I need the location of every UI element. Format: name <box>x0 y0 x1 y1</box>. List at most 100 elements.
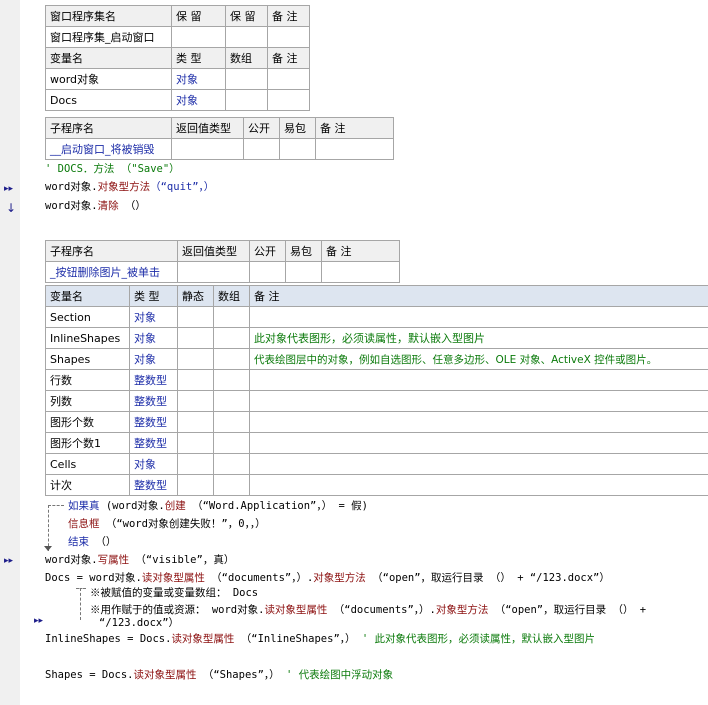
table-cell[interactable] <box>315 138 394 160</box>
table-cell[interactable] <box>267 68 310 90</box>
table-header-row: 变量名 类 型 静态 数组 备 注 <box>45 285 708 307</box>
variable-name-cell[interactable]: 计次 <box>45 474 130 496</box>
table-cell[interactable] <box>213 390 250 412</box>
table-cell[interactable] <box>225 68 268 90</box>
table-cell[interactable] <box>177 390 214 412</box>
variable-name-cell[interactable]: 行数 <box>45 369 130 391</box>
variable-type-cell[interactable]: 对象 <box>171 68 226 90</box>
code-line-clear[interactable]: word对象.清除 （） <box>45 199 146 213</box>
table-cell[interactable] <box>321 261 400 283</box>
variable-type-cell[interactable]: 对象 <box>129 453 178 475</box>
header-cell: 保 留 <box>171 5 226 27</box>
table-cell[interactable] <box>177 369 214 391</box>
variable-type-cell[interactable]: 整数型 <box>129 474 178 496</box>
table-cell[interactable] <box>171 26 226 48</box>
table-cell[interactable] <box>279 138 316 160</box>
table-row[interactable]: 图形个数 整数型 <box>45 411 708 433</box>
table-cell[interactable] <box>225 26 268 48</box>
variable-note-cell[interactable]: 代表绘图层中的对象，例如自选图形、任意多边形、OLE 对象、ActiveX 控件… <box>249 348 708 370</box>
variable-note-cell[interactable] <box>249 390 708 412</box>
table-row[interactable]: 列数 整数型 <box>45 390 708 412</box>
table-cell[interactable] <box>213 474 250 496</box>
subroutine-table-2: 子程序名 返回值类型 公开 易包 备 注 _按钮删除图片_被单击 <box>45 240 400 283</box>
assembly-name-cell[interactable]: 窗口程序集_启动窗口 <box>45 26 172 48</box>
table-row[interactable]: InlineShapes 对象 此对象代表图形，必须读属性，默认嵌入型图片 <box>45 327 708 349</box>
code-line-end[interactable]: 结束 （） <box>68 535 116 549</box>
variable-type-cell[interactable]: 整数型 <box>129 390 178 412</box>
table-row[interactable]: 图形个数1 整数型 <box>45 432 708 454</box>
variable-type-cell[interactable]: 对象 <box>129 306 178 328</box>
variable-name-cell[interactable]: 图形个数 <box>45 411 130 433</box>
code-comment-line[interactable]: ' DOCS．方法 （"Save"） <box>45 162 180 176</box>
table-cell[interactable] <box>177 453 214 475</box>
variable-note-cell[interactable] <box>249 474 708 496</box>
variable-note-cell[interactable] <box>249 369 708 391</box>
code-line-quit[interactable]: word对象.对象型方法（“quit”，） <box>45 180 214 194</box>
table-cell[interactable] <box>249 261 286 283</box>
variable-type-cell[interactable]: 对象 <box>129 348 178 370</box>
variable-name-cell[interactable]: 列数 <box>45 390 130 412</box>
table-cell[interactable] <box>285 261 322 283</box>
table-cell[interactable] <box>171 138 244 160</box>
variable-name-cell[interactable]: Section <box>45 306 130 328</box>
variable-name-cell[interactable]: InlineShapes <box>45 327 130 349</box>
variable-note-cell[interactable] <box>249 411 708 433</box>
code-line-write-property[interactable]: word对象.写属性 （“visible”，真） <box>45 553 234 567</box>
variable-note-cell[interactable]: 此对象代表图形，必须读属性，默认嵌入型图片 <box>249 327 708 349</box>
table-cell[interactable] <box>225 89 268 111</box>
variable-type-cell[interactable]: 整数型 <box>129 369 178 391</box>
table-cell[interactable] <box>213 411 250 433</box>
header-cell: 返回值类型 <box>177 240 250 262</box>
table-row[interactable]: Section 对象 <box>45 306 708 328</box>
code-comment: ' 此对象代表图形，必须读属性，默认嵌入型图片 <box>355 633 595 645</box>
table-cell[interactable] <box>243 138 280 160</box>
code-method: 清除 <box>97 200 119 212</box>
table-row[interactable]: 计次 整数型 <box>45 474 708 496</box>
table-cell[interactable] <box>213 369 250 391</box>
variable-name-cell[interactable]: Docs <box>45 89 172 111</box>
table-row[interactable]: Docs 对象 <box>45 89 310 111</box>
table-cell[interactable] <box>177 474 214 496</box>
table-cell[interactable] <box>213 432 250 454</box>
table-cell[interactable] <box>177 432 214 454</box>
subroutine-name-cell[interactable]: _按钮删除图片_被单击 <box>45 261 178 283</box>
variable-name-cell[interactable]: word对象 <box>45 68 172 90</box>
table-row[interactable]: _按钮删除图片_被单击 <box>45 261 400 283</box>
variable-note-cell[interactable] <box>249 432 708 454</box>
code-args: （） <box>89 536 117 548</box>
table-cell[interactable] <box>213 327 250 349</box>
table-cell[interactable] <box>213 306 250 328</box>
table-cell[interactable] <box>177 411 214 433</box>
table-cell[interactable] <box>267 26 310 48</box>
variable-type-cell[interactable]: 整数型 <box>129 432 178 454</box>
code-line-if[interactable]: 如果真 (word对象.创建 （“Word.Application”，） = 假… <box>68 499 368 513</box>
table-cell[interactable] <box>213 348 250 370</box>
variable-name-cell[interactable]: Shapes <box>45 348 130 370</box>
variable-type-cell[interactable]: 对象 <box>171 89 226 111</box>
variable-note-cell[interactable] <box>249 453 708 475</box>
table-row[interactable]: 窗口程序集_启动窗口 <box>45 26 310 48</box>
code-line-docs-assign[interactable]: Docs = word对象.读对象型属性 （“documents”，）.对象型方… <box>45 571 610 585</box>
variable-type-cell[interactable]: 对象 <box>129 327 178 349</box>
code-object: word对象. <box>45 181 98 193</box>
variable-type-cell[interactable]: 整数型 <box>129 411 178 433</box>
variable-name-cell[interactable]: Cells <box>45 453 130 475</box>
table-cell[interactable] <box>177 261 250 283</box>
table-cell[interactable] <box>213 453 250 475</box>
code-line-msgbox[interactable]: 信息框 （“word对象创建失败！”，0，，） <box>68 517 266 531</box>
variable-note-cell[interactable] <box>249 306 708 328</box>
table-cell[interactable] <box>177 327 214 349</box>
code-line-inlineshapes[interactable]: InlineShapes = Docs.读对象型属性 （“InlineShape… <box>45 632 595 646</box>
code-line-shapes[interactable]: Shapes = Docs.读对象型属性 （“Shapes”，） ' 代表绘图中… <box>45 668 393 682</box>
variable-name-cell[interactable]: 图形个数1 <box>45 432 130 454</box>
table-row[interactable]: Cells 对象 <box>45 453 708 475</box>
table-row[interactable]: 行数 整数型 <box>45 369 708 391</box>
table-cell[interactable] <box>177 348 214 370</box>
table-cell[interactable] <box>267 89 310 111</box>
code-comment: ' 代表绘图中浮动对象 <box>279 669 394 681</box>
table-row[interactable]: Shapes 对象 代表绘图层中的对象，例如自选图形、任意多边形、OLE 对象、… <box>45 348 708 370</box>
table-row[interactable]: __启动窗口_将被销毁 <box>45 138 394 160</box>
table-cell[interactable] <box>177 306 214 328</box>
table-row[interactable]: word对象 对象 <box>45 68 310 90</box>
subroutine-name-cell[interactable]: __启动窗口_将被销毁 <box>45 138 172 160</box>
